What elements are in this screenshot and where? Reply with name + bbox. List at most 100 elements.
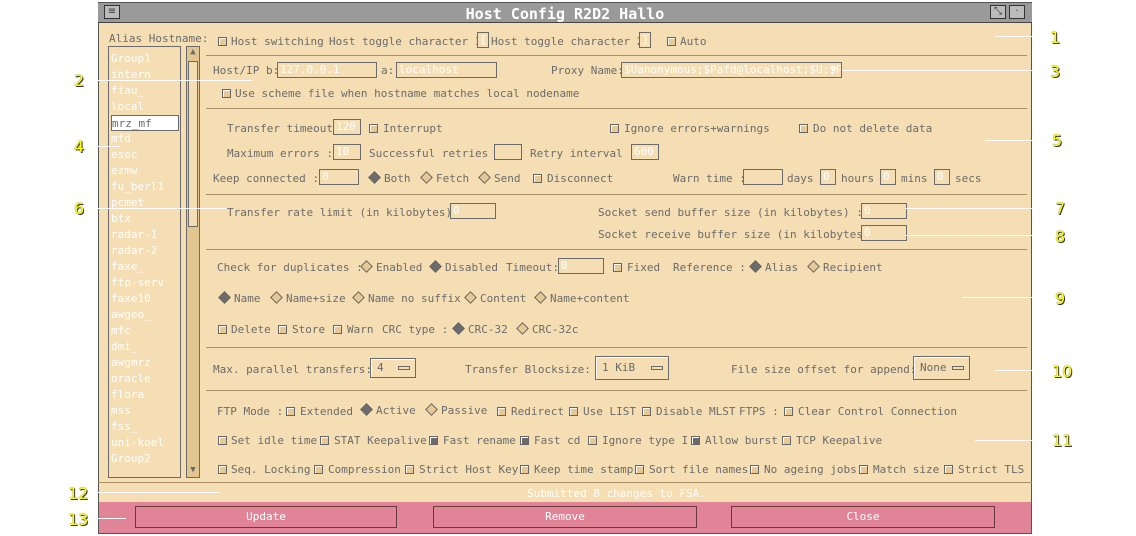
ignore-type-checkbox[interactable]: [588, 436, 597, 445]
no-delete-checkbox[interactable]: [799, 124, 808, 133]
title-bar[interactable]: ≡ Host Config R2D2 Hallo ⤡ ·: [98, 3, 1032, 23]
list-item[interactable]: btx: [111, 211, 179, 227]
toggle1-input[interactable]: [: [477, 32, 489, 48]
list-item[interactable]: radar-2: [111, 243, 179, 259]
fast-rename-checkbox[interactable]: [429, 436, 438, 445]
scheme-file-checkbox[interactable]: [222, 89, 231, 98]
warn-hours-input[interactable]: 0: [820, 169, 836, 185]
fast-cd-checkbox[interactable]: [520, 436, 529, 445]
list-item[interactable]: awgmrz: [111, 355, 179, 371]
divider: [206, 249, 1027, 250]
list-item[interactable]: faxe_: [111, 259, 179, 275]
offset-select[interactable]: None: [913, 356, 970, 380]
fixed-checkbox[interactable]: [613, 263, 622, 272]
hostip-a-input[interactable]: localhost: [396, 62, 497, 78]
strict-host-key-checkbox[interactable]: [405, 465, 414, 474]
transfer-timeout-input[interactable]: 120: [333, 119, 361, 135]
list-item[interactable]: ftp-serv: [111, 275, 179, 291]
alias-hostname-list[interactable]: Group1 intern fiau_ local mrz_mf mfd eso…: [108, 46, 181, 478]
ignore-errors-checkbox[interactable]: [610, 124, 619, 133]
list-item[interactable]: mfc: [111, 323, 179, 339]
list-item[interactable]: mss: [111, 403, 179, 419]
fixed-label: Fixed: [627, 261, 661, 274]
max-parallel-select[interactable]: 4: [370, 358, 416, 378]
auto-checkbox[interactable]: [667, 37, 676, 46]
list-scrollbar[interactable]: ▲ ▼: [186, 46, 200, 478]
send-buffer-input[interactable]: 0: [861, 203, 907, 219]
list-item[interactable]: awgeo_: [111, 307, 179, 323]
no-ageing-checkbox[interactable]: [750, 465, 759, 474]
scroll-down-icon[interactable]: ▼: [188, 465, 198, 477]
dup-warn-checkbox[interactable]: [333, 325, 342, 334]
host-switching-checkbox[interactable]: [218, 37, 227, 46]
secs-label: secs: [955, 172, 982, 185]
rate-limit-input[interactable]: 0: [450, 203, 496, 219]
transfer-timeout-label: Transfer timeout:: [227, 122, 340, 135]
blocksize-select[interactable]: 1 KiB: [595, 356, 669, 380]
list-item[interactable]: faxe10: [111, 291, 179, 307]
warn-days-input[interactable]: [743, 169, 783, 185]
match-size-checkbox[interactable]: [859, 465, 868, 474]
retries-input[interactable]: [494, 144, 522, 160]
disable-mlst-checkbox[interactable]: [642, 407, 651, 416]
maximize-icon[interactable]: ⤡: [990, 5, 1006, 19]
list-item[interactable]: radar-1: [111, 227, 179, 243]
seq-locking-checkbox[interactable]: [218, 465, 227, 474]
tcp-keepalive-label: TCP Keepalive: [796, 434, 883, 447]
window-title: Host Config R2D2 Hallo: [465, 5, 665, 23]
tcp-keepalive-checkbox[interactable]: [782, 436, 791, 445]
list-item[interactable]: oracle: [111, 371, 179, 387]
dup-store-checkbox[interactable]: [278, 325, 287, 334]
extended-checkbox[interactable]: [286, 407, 295, 416]
list-item[interactable]: esoc: [111, 147, 179, 163]
list-item[interactable]: mfd: [111, 131, 179, 147]
proxy-name-input[interactable]: $Uanonymous;$Pafd@localhost;$U;$P: [621, 62, 842, 78]
use-list-checkbox[interactable]: [569, 407, 578, 416]
list-item-selected[interactable]: mrz_mf: [111, 115, 179, 131]
interrupt-checkbox[interactable]: [369, 124, 378, 133]
idle-time-checkbox[interactable]: [218, 436, 227, 445]
dup-delete-checkbox[interactable]: [218, 325, 227, 334]
toggle2-input[interactable]: ]: [639, 32, 651, 48]
redirect-checkbox[interactable]: [497, 407, 506, 416]
scroll-thumb[interactable]: [188, 61, 198, 227]
sort-file-names-checkbox[interactable]: [635, 465, 644, 474]
close-button[interactable]: Close: [731, 506, 995, 528]
remove-button[interactable]: Remove: [433, 506, 697, 528]
list-item[interactable]: flora: [111, 387, 179, 403]
proxy-dropdown-icon[interactable]: ▾: [832, 64, 837, 74]
list-item[interactable]: uni-koel: [111, 435, 179, 451]
days-label: days: [787, 172, 814, 185]
list-item[interactable]: dmi_: [111, 339, 179, 355]
warn-secs-input[interactable]: 0: [934, 169, 950, 185]
disconnect-checkbox[interactable]: [533, 174, 542, 183]
allow-burst-checkbox[interactable]: [691, 436, 700, 445]
strict-tls-checkbox[interactable]: [944, 465, 953, 474]
scroll-up-icon[interactable]: ▲: [188, 47, 198, 59]
list-item[interactable]: local: [111, 99, 179, 115]
receive-buffer-input[interactable]: 0: [861, 225, 907, 241]
list-item[interactable]: fss_: [111, 419, 179, 435]
clear-control-checkbox[interactable]: [784, 407, 793, 416]
option-menu-icon: [398, 366, 410, 370]
stat-keepalive-checkbox[interactable]: [320, 436, 329, 445]
keep-time-stamp-checkbox[interactable]: [520, 465, 529, 474]
list-item[interactable]: ezmw: [111, 163, 179, 179]
list-item[interactable]: Group1: [111, 51, 179, 67]
hostip-b-input[interactable]: 127.0.0.1: [277, 62, 377, 78]
seq-locking-label: Seq. Locking: [231, 463, 311, 476]
keep-connected-input[interactable]: 0: [319, 169, 359, 185]
update-button[interactable]: Update: [135, 506, 397, 528]
close-window-icon[interactable]: ·: [1009, 5, 1025, 19]
retry-interval-input[interactable]: 600: [631, 144, 659, 160]
list-item[interactable]: fiau_: [111, 83, 179, 99]
passive-label: Passive: [441, 404, 488, 417]
warn-mins-input[interactable]: 0: [880, 169, 896, 185]
dup-timeout-label: Timeout:: [506, 261, 559, 274]
max-errors-input[interactable]: 10: [333, 144, 361, 160]
list-item[interactable]: fu_berl1: [111, 179, 179, 195]
dup-timeout-input[interactable]: 0: [558, 258, 604, 274]
compression-checkbox[interactable]: [314, 465, 323, 474]
list-item[interactable]: Group2: [111, 451, 179, 467]
callout-12: 12: [68, 484, 89, 503]
